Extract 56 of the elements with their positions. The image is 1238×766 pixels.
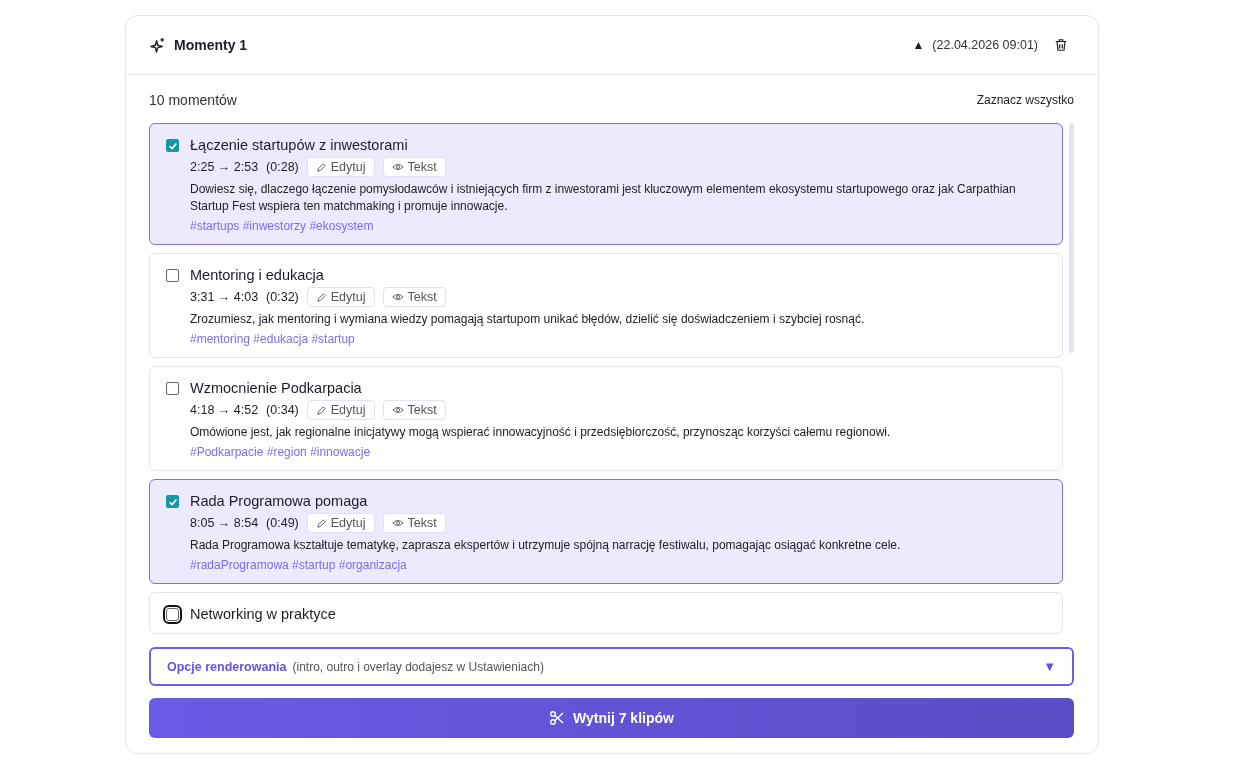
pencil-icon: [315, 517, 327, 529]
hashtags: #startups #inwestorzy #ekosystem: [190, 219, 375, 233]
hashtags: #radaProgramowa #startup #organizacja: [190, 558, 408, 572]
moment-title: Mentoring i edukacja: [190, 267, 325, 283]
scissors-icon: [549, 710, 566, 726]
time-range: 4:18 → 4:52: [190, 403, 259, 417]
hashtags: #Podkarpacie #region #innowacje: [190, 445, 372, 459]
moment-title: Wzmocnienie Podkarpacia: [190, 380, 363, 396]
edit-button[interactable]: Edytuj: [306, 157, 375, 177]
moment-card[interactable]: [149, 123, 1063, 245]
text-button[interactable]: Tekst: [382, 400, 446, 420]
time-range: 8:05 → 8:54: [190, 516, 259, 530]
checkbox[interactable]: [166, 382, 179, 395]
moment-description: Zrozumiesz, jak mentoring i wymiana wiedzy pomagają startupom unikać błędów, dzielić się doświadczeniem i szybciej rosnąć.: [190, 311, 865, 328]
panel-title: Momenty 1: [174, 37, 248, 53]
moment-description: Omówione jest, jak regionalne inicjatywy mogą wspierać innowacyjność i przedsiębiorczość, przynosząc korzyści całemu regionowi.: [190, 424, 891, 441]
render-options-dropdown[interactable]: Opcje renderowania (intro, outro i overlay dodajesz w Ustawieniach) ▼: [149, 647, 1074, 686]
duration: (0:49): [266, 516, 299, 530]
text-button[interactable]: Tekst: [382, 287, 446, 307]
trash-icon[interactable]: [1054, 38, 1068, 52]
moment-title: Rada Programowa pomaga: [190, 493, 369, 509]
duration: (0:34): [266, 403, 299, 417]
checkbox[interactable]: [166, 139, 179, 152]
edit-button[interactable]: Edytuj: [306, 513, 375, 533]
eye-icon: [391, 405, 404, 415]
text-button[interactable]: Tekst: [382, 513, 446, 533]
moment-card[interactable]: [149, 479, 1063, 584]
sort-indicator[interactable]: ▲: [912, 38, 925, 52]
duration: (0:28): [266, 160, 299, 174]
timestamp: (22.04.2026 09:01): [932, 38, 1038, 52]
moment-title: Łączenie startupów z inwestorami: [190, 137, 409, 153]
eye-icon: [391, 292, 404, 302]
sparkles-icon: [149, 36, 166, 54]
eye-icon: [391, 162, 404, 172]
scrollbar[interactable]: [1069, 123, 1074, 353]
edit-button[interactable]: Edytuj: [306, 400, 375, 420]
pencil-icon: [315, 291, 327, 303]
time-range: 2:25 → 2:53: [190, 160, 259, 174]
checkbox[interactable]: [166, 269, 179, 282]
duration: (0:32): [266, 290, 299, 304]
hashtags: #mentoring #edukacja #startup: [190, 332, 356, 346]
cut-clips-button[interactable]: Wytnij 7 klipów: [149, 698, 1074, 738]
eye-icon: [391, 518, 404, 528]
pencil-icon: [315, 161, 327, 173]
moment-title: Networking w praktyce: [190, 606, 336, 622]
select-all-link[interactable]: Zaznacz wszystko: [976, 93, 1074, 107]
pencil-icon: [315, 404, 327, 416]
text-button[interactable]: Tekst: [382, 157, 446, 177]
moment-count: 10 momentów: [149, 92, 237, 108]
edit-button[interactable]: Edytuj: [306, 287, 375, 307]
moment-description: Rada Programowa kształtuje tematykę, zaprasza ekspertów i utrzymuje spójną narrację festiwalu, pomagając osiągać konkretne cele.: [190, 537, 901, 554]
checkbox[interactable]: [166, 495, 179, 508]
moment-description: Dowiesz się, dlaczego łączenie pomysłodawców i istniejących firm z inwestorami jest kluczowym elementem ekosystemu startupowego oraz jak Carpathian Startup Fest wspiera ten matchmaking i promuje innowacje.: [190, 181, 1017, 215]
checkbox[interactable]: [166, 608, 179, 621]
moment-card[interactable]: Networking w praktyce: [149, 592, 1063, 634]
time-range: 3:31 → 4:03: [190, 290, 259, 304]
